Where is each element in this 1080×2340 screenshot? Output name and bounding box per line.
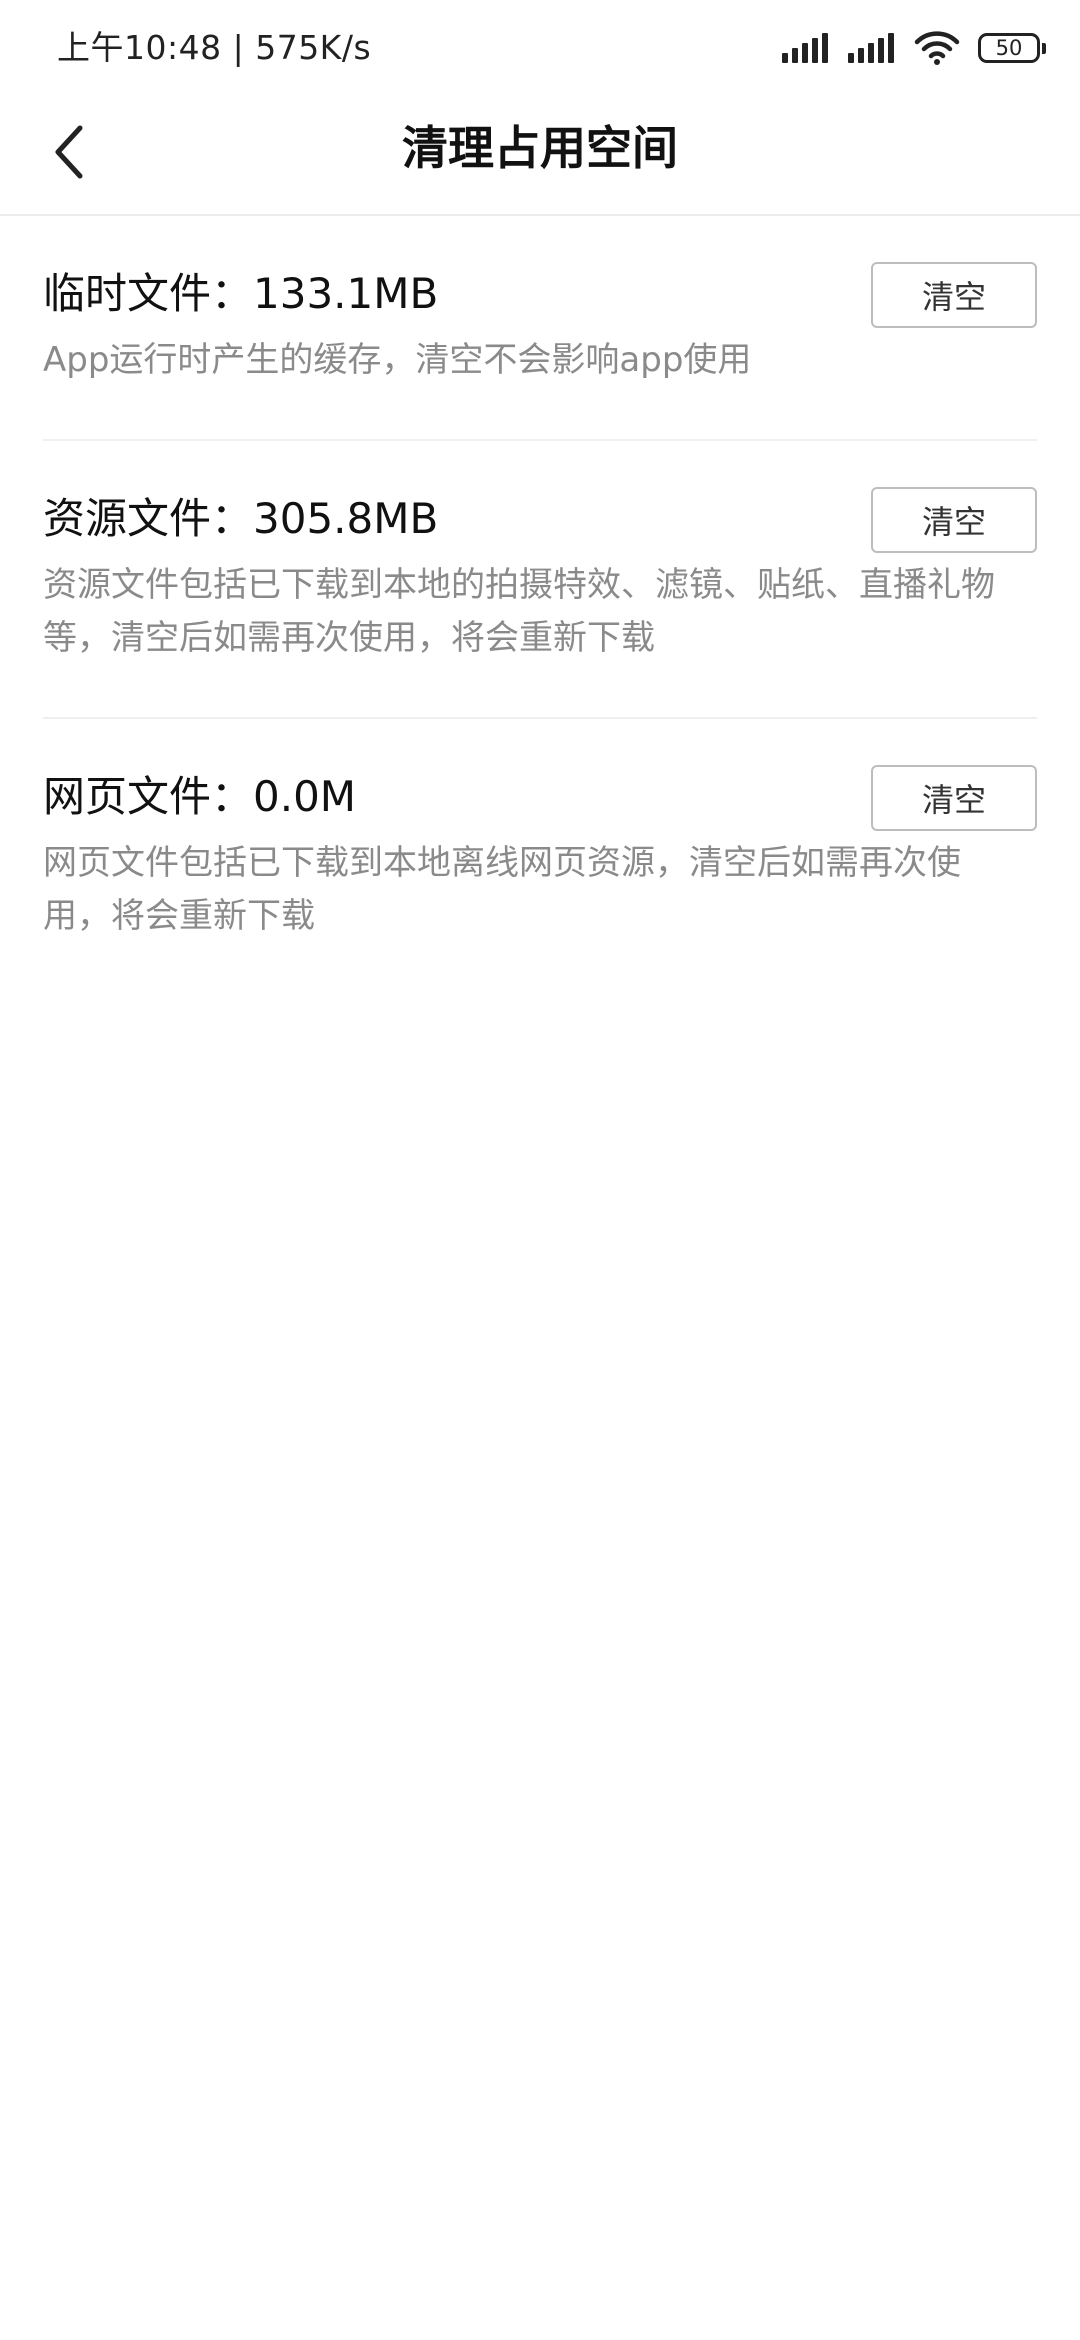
page-title: 清理占用空间 [402, 121, 678, 175]
section-desc: 资源文件包括已下载到本地的拍摄特效、滤镜、贴纸、直播礼物等，清空后如需再次使用，… [43, 565, 995, 658]
battery-level: 50 [995, 36, 1023, 60]
signal-icon [848, 33, 894, 63]
status-bar: 上午10:48 | 575K/s 50 [0, 0, 1080, 96]
wifi-icon [914, 31, 960, 65]
content-list: 临时文件：133.1MB App运行时产生的缓存，清空不会影响app使用 清空 … [0, 216, 1080, 995]
section-desc: App运行时产生的缓存，清空不会影响app使用 [43, 340, 752, 380]
section-web-files: 网页文件：0.0M 网页文件包括已下载到本地离线网页资源，清空后如需再次使用，将… [43, 719, 1037, 995]
clear-web-files-button[interactable]: 清空 [871, 765, 1037, 831]
nav-bar: 清理占用空间 [0, 96, 1080, 216]
signal-icon [782, 33, 828, 63]
section-title: 临时文件：133.1MB [43, 269, 439, 318]
status-icons: 50 [782, 26, 1046, 70]
status-time-speed: 上午10:48 | 575K/s [57, 28, 372, 67]
battery-icon: 50 [978, 33, 1046, 63]
section-desc: 网页文件包括已下载到本地离线网页资源，清空后如需再次使用，将会重新下载 [43, 843, 961, 936]
section-resource-files: 资源文件：305.8MB 资源文件包括已下载到本地的拍摄特效、滤镜、贴纸、直播礼… [43, 441, 1037, 719]
section-title: 网页文件：0.0M [43, 772, 357, 821]
clear-temp-files-button[interactable]: 清空 [871, 262, 1037, 328]
section-title: 资源文件：305.8MB [43, 494, 439, 543]
clear-resource-files-button[interactable]: 清空 [871, 487, 1037, 553]
section-temp-files: 临时文件：133.1MB App运行时产生的缓存，清空不会影响app使用 清空 [43, 216, 1037, 441]
